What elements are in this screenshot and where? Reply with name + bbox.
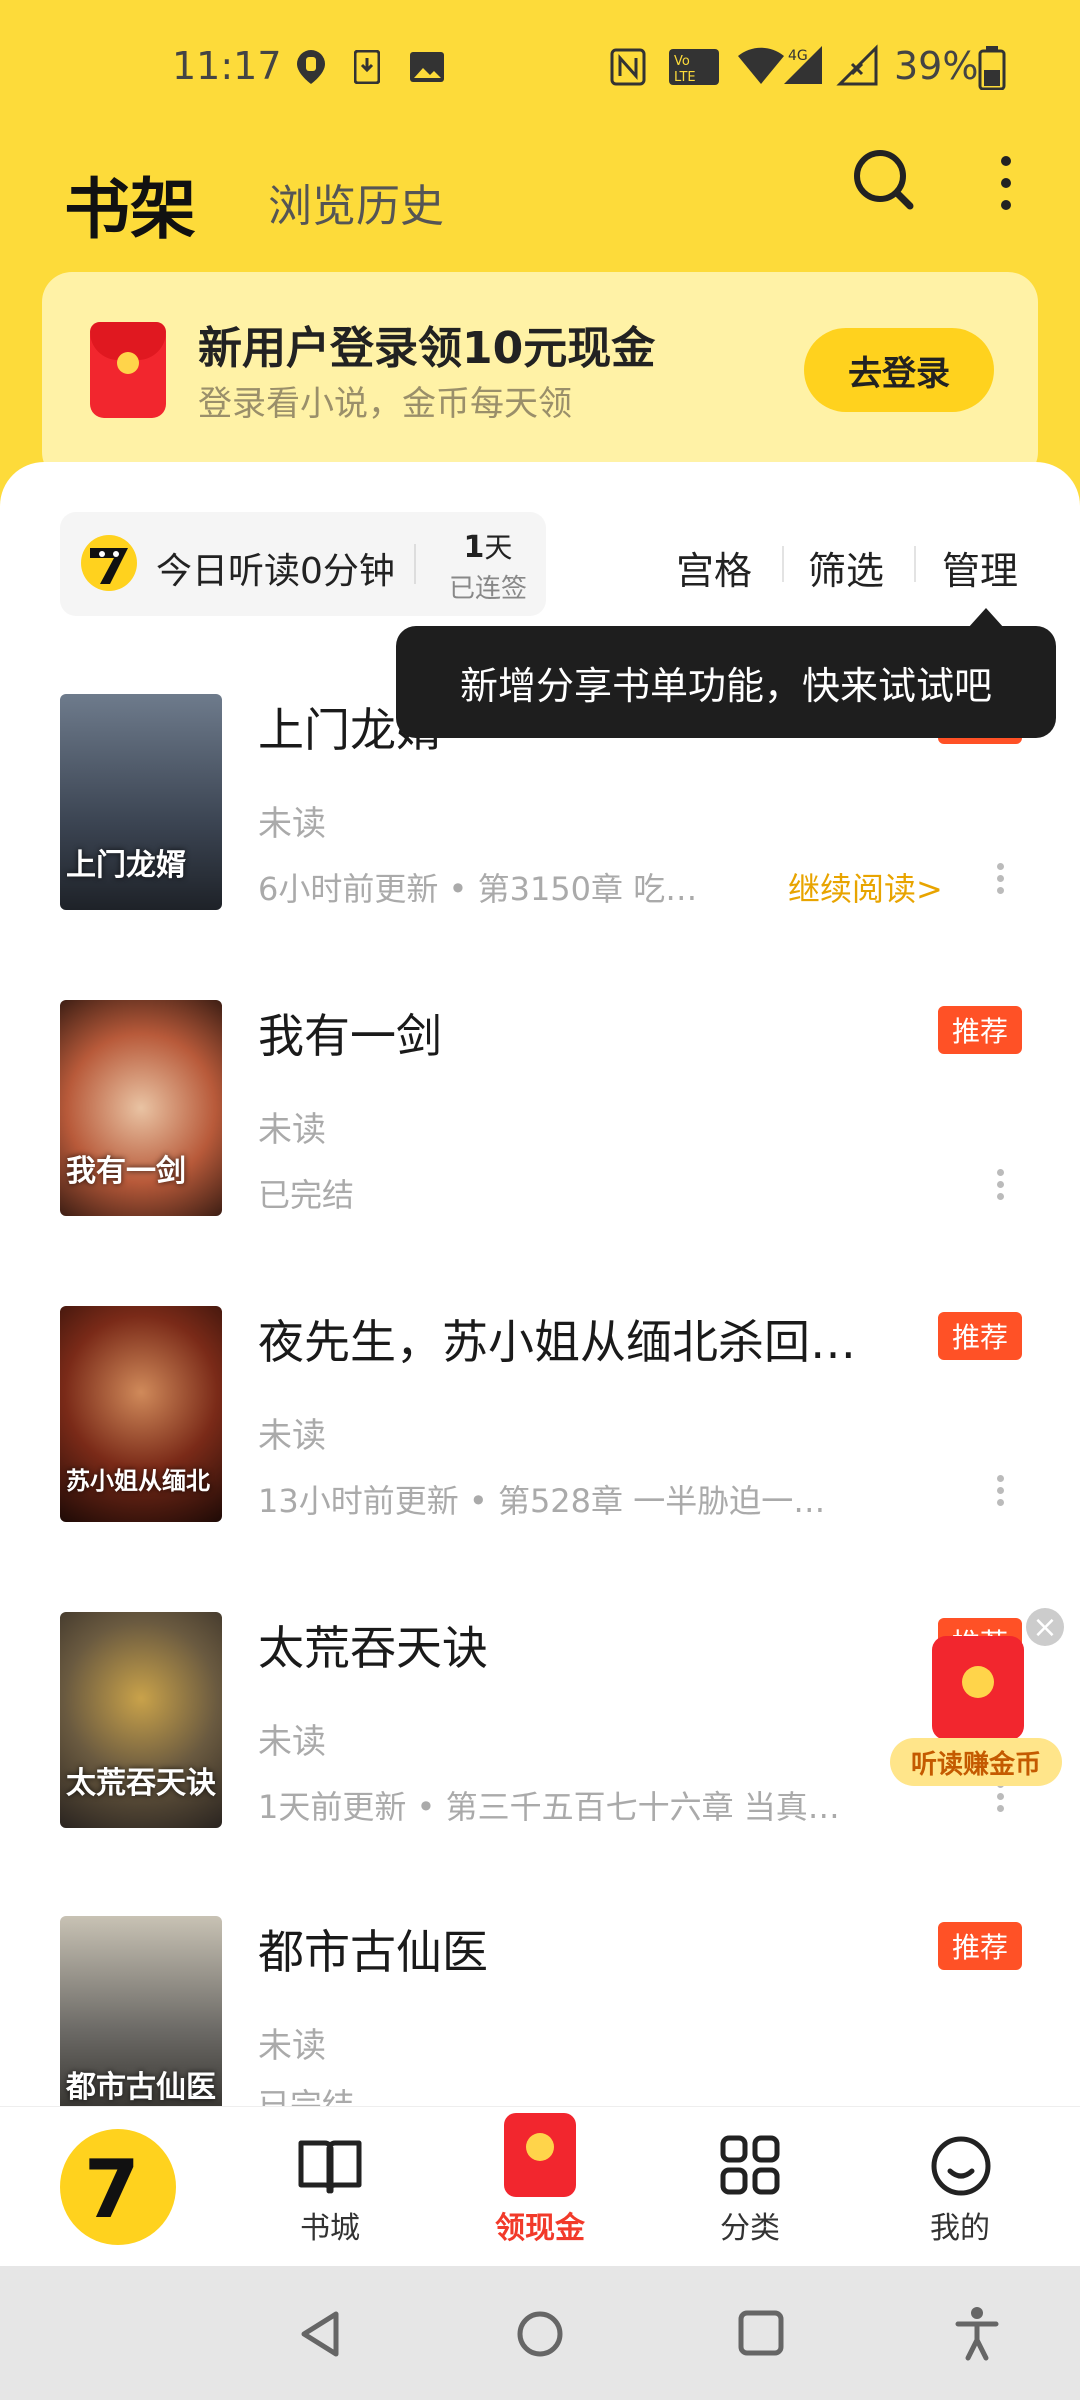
share-list-tooltip[interactable]: 新增分享书单功能，快来试试吧 — [396, 626, 1056, 738]
grid-view-button[interactable]: 宫格 — [676, 540, 752, 595]
book-status: 未读 — [258, 1722, 326, 1762]
book-meta: 6小时前更新 • 第3150章 吃… — [258, 870, 698, 908]
cover-title: 苏小姐从缅北 — [66, 1467, 210, 1495]
svg-text:Vo: Vo — [674, 54, 690, 69]
promo-title: 新用户登录领10元现金 — [198, 323, 656, 374]
filter-button[interactable]: 筛选 — [808, 540, 884, 595]
signin-days: 1天 — [440, 526, 536, 566]
search-icon[interactable] — [852, 148, 914, 214]
book-status: 未读 — [258, 1416, 326, 1456]
book-cover[interactable]: 上门龙婿 — [60, 694, 222, 910]
listen-today-text: 今日听读0分钟 — [156, 551, 395, 592]
status-time: 11:17 — [172, 44, 282, 88]
download-icon — [354, 50, 380, 84]
nav-bookstore[interactable]: 书城 — [250, 2107, 410, 2267]
recommend-badge: 推荐 — [938, 1922, 1022, 1970]
divider — [782, 546, 784, 582]
book-meta-clip: 已完结 — [258, 2080, 658, 2106]
smile-icon — [931, 2136, 991, 2196]
book-cover[interactable]: 苏小姐从缅北 — [60, 1306, 222, 1522]
bottom-nav: 7 书城 领现金 分类 我的 — [0, 2106, 1080, 2267]
book-status: 未读 — [258, 2026, 326, 2066]
book-cover[interactable]: 我有一剑 — [60, 1000, 222, 1216]
location-icon — [297, 50, 325, 84]
back-icon[interactable] — [298, 2310, 342, 2358]
book-meta: 已完结 — [258, 1176, 355, 1214]
book-more-icon[interactable] — [990, 1470, 1010, 1511]
divider — [414, 544, 416, 584]
no-signal-icon — [836, 44, 878, 86]
red-envelope-icon — [90, 322, 166, 418]
manage-button[interactable]: 管理 — [942, 540, 1018, 595]
promo-subtitle: 登录看小说，金币每天领 — [198, 384, 572, 424]
red-envelope-icon — [504, 2113, 576, 2197]
login-promo-banner[interactable]: 新用户登录领10元现金 登录看小说，金币每天领 去登录 — [42, 272, 1038, 482]
book-status: 未读 — [258, 804, 326, 844]
login-button[interactable]: 去登录 — [804, 328, 994, 412]
nav-home-logo[interactable]: 7 — [60, 2129, 176, 2245]
cover-title: 上门龙婿 — [66, 848, 186, 883]
svg-text:4G: 4G — [788, 48, 808, 64]
book-status: 未读 — [258, 1110, 326, 1150]
signin-days-count: 1 — [463, 530, 485, 565]
image-icon — [410, 52, 444, 82]
divider — [914, 546, 916, 582]
nav-label: 书城 — [300, 2211, 360, 2246]
book-open-icon — [298, 2140, 362, 2194]
svg-text:LTE: LTE — [674, 70, 696, 85]
book-meta: 已完结 — [258, 2086, 355, 2106]
listen-card[interactable]: 今日听读0分钟 1天 已连签 — [60, 512, 546, 616]
cover-title: 都市古仙医 — [66, 2070, 216, 2105]
recommend-badge: 推荐 — [938, 1006, 1022, 1054]
cat-logo-icon — [81, 535, 137, 591]
wifi-icon — [738, 47, 784, 84]
accessibility-icon[interactable] — [954, 2306, 1000, 2362]
signal-icon: 4G — [784, 46, 822, 84]
cover-title: 我有一剑 — [66, 1154, 186, 1189]
cover-title: 太荒吞天诀 — [66, 1766, 216, 1801]
book-more-icon[interactable] — [990, 1164, 1010, 1205]
nav-label: 领现金 — [495, 2211, 585, 2246]
home-icon[interactable] — [516, 2310, 564, 2358]
nav-category[interactable]: 分类 — [670, 2107, 830, 2267]
recents-icon[interactable] — [738, 2310, 784, 2356]
more-options-icon[interactable] — [996, 154, 1016, 214]
nav-label: 分类 — [720, 2211, 780, 2246]
page-title[interactable]: 书架 — [64, 156, 196, 252]
book-title[interactable]: 太荒吞天诀 — [258, 1612, 488, 1678]
book-cover[interactable]: 都市古仙医 — [60, 1916, 222, 2106]
listen-earn-float[interactable]: 听读赚金币 × — [890, 1608, 1066, 1792]
book-more-icon[interactable] — [990, 858, 1010, 899]
battery-icon — [978, 46, 1006, 90]
book-meta: 1天前更新 • 第三千五百七十六章 当真… — [258, 1788, 840, 1826]
red-envelope-icon — [932, 1636, 1024, 1740]
signin-streak-label: 已连签 — [448, 574, 527, 604]
recommend-badge: 推荐 — [938, 1312, 1022, 1360]
book-title[interactable]: 都市古仙医 — [258, 1916, 488, 1982]
logo-glyph: 7 — [84, 2143, 140, 2236]
book-cover[interactable]: 太荒吞天诀 — [60, 1612, 222, 1828]
listen-earn-label: 听读赚金币 — [890, 1738, 1062, 1786]
signin-days-unit: 天 — [484, 531, 513, 564]
nav-cash[interactable]: 领现金 — [460, 2107, 620, 2267]
tab-browse-history[interactable]: 浏览历史 — [268, 170, 444, 234]
book-title[interactable]: 我有一剑 — [258, 1000, 442, 1066]
close-icon[interactable]: × — [1026, 1608, 1064, 1646]
volte-icon: VoLTE — [669, 49, 719, 85]
system-nav-bar — [0, 2266, 1080, 2400]
nfc-icon — [610, 48, 646, 86]
status-bar: 11:17 Vo LTE 4G 39% — [0, 0, 1080, 140]
book-meta: 13小时前更新 • 第528章 一半胁迫一… — [258, 1482, 826, 1520]
continue-reading-link[interactable]: 继续阅读> — [788, 864, 943, 910]
nav-label: 我的 — [930, 2211, 990, 2246]
nav-mine[interactable]: 我的 — [880, 2107, 1040, 2267]
book-title[interactable]: 夜先生，苏小姐从缅北杀回… — [258, 1306, 856, 1372]
battery-percent: 39% — [894, 44, 979, 88]
tooltip-arrow — [968, 608, 1004, 628]
grid-icon — [720, 2135, 780, 2195]
